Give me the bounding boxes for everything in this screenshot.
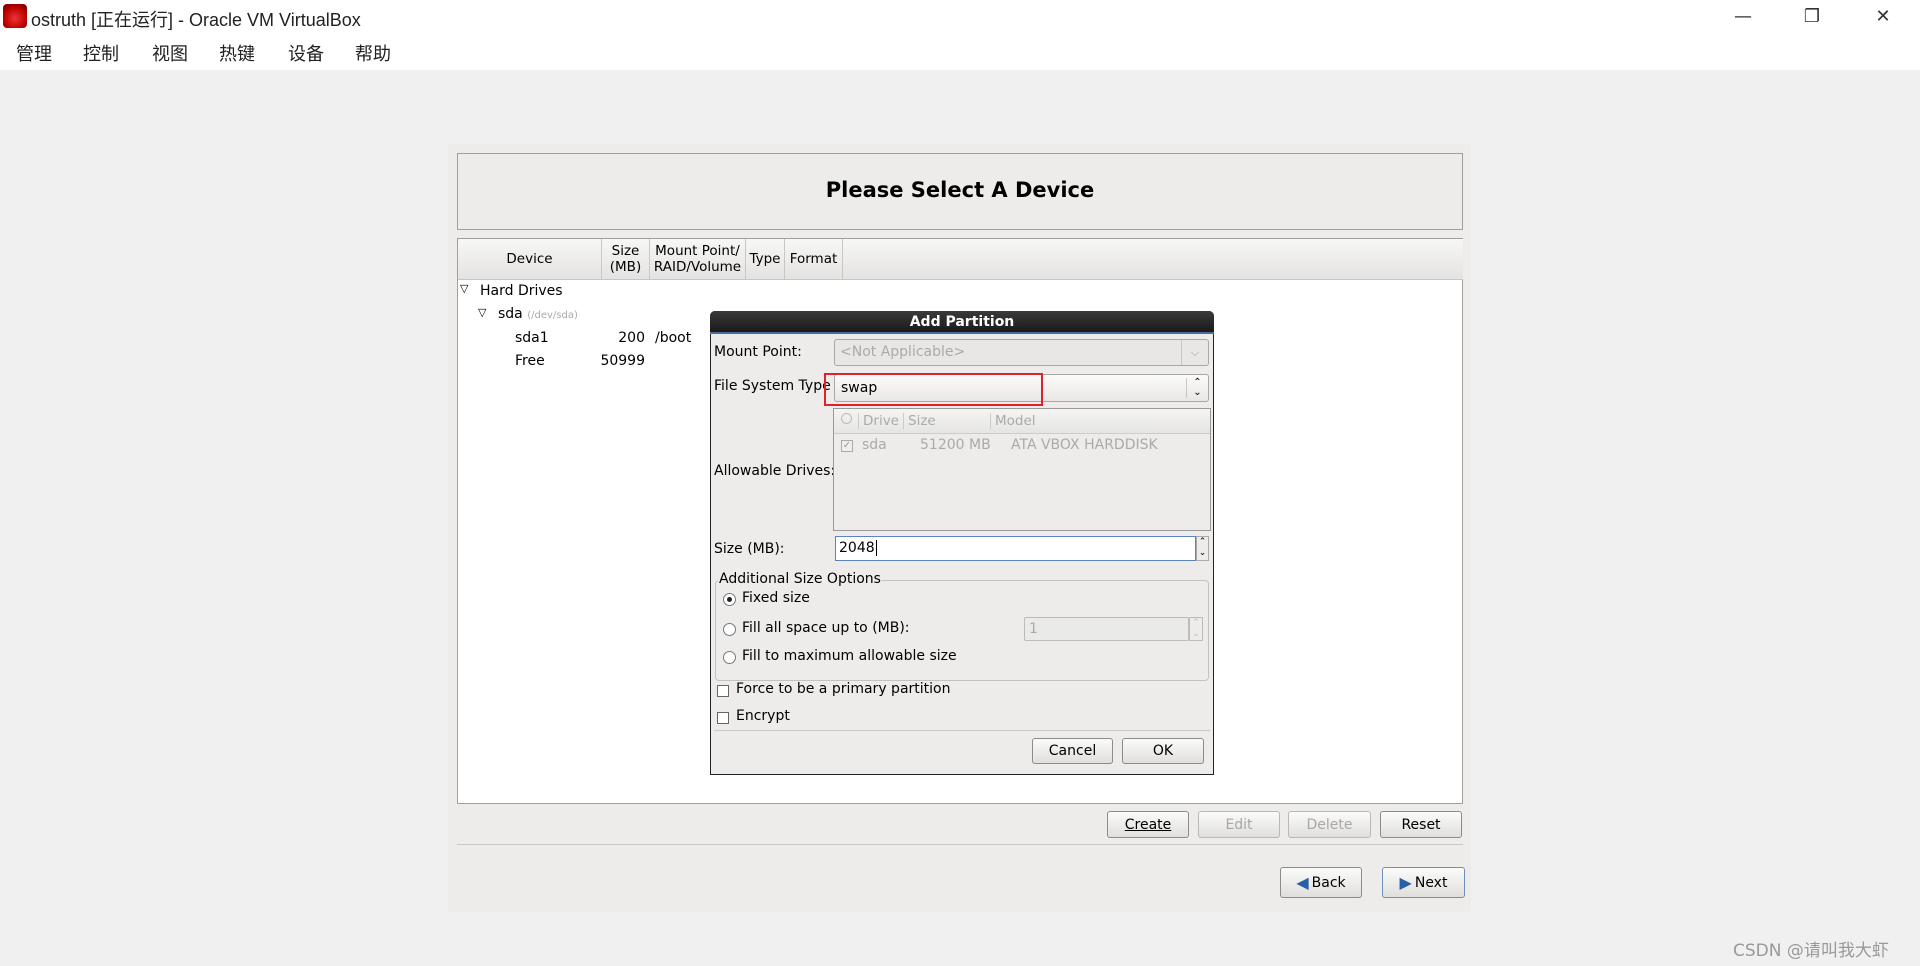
size-cell: 200 xyxy=(618,330,645,346)
size-value: 2048 xyxy=(839,540,877,556)
tree-row-free[interactable]: Free xyxy=(515,353,545,369)
create-button[interactable]: Create xyxy=(1107,811,1189,838)
col-format[interactable]: Format xyxy=(785,239,843,280)
fixed-size-label: Fixed size xyxy=(742,590,810,606)
fill-upto-spinner[interactable]: ⌃ ⌄ xyxy=(1189,617,1203,641)
size-input[interactable]: 2048 xyxy=(835,536,1196,561)
force-primary-checkbox[interactable] xyxy=(717,685,729,697)
back-arrow-icon: ◀ xyxy=(1296,873,1309,892)
next-label: Next xyxy=(1414,874,1448,891)
drive-size: 51200 MB xyxy=(920,437,991,453)
size-options-title: Additional Size Options xyxy=(718,571,882,587)
col-filler xyxy=(843,239,1463,280)
window-titlebar: ostruth [正在运行] - Oracle VM VirtualBox — … xyxy=(0,0,1920,34)
col-type[interactable]: Type xyxy=(746,239,785,280)
fill-upto-label: Fill all space up to (MB): xyxy=(742,620,910,636)
fs-type-label: File System Type xyxy=(714,378,831,394)
dialog-title: Add Partition xyxy=(710,311,1214,334)
menu-control[interactable]: 控制 xyxy=(83,40,119,66)
drives-col-drive: Drive xyxy=(858,413,899,429)
size-spinner[interactable]: ⌃ ⌄ xyxy=(1196,536,1209,561)
fixed-size-radio[interactable] xyxy=(723,593,736,606)
col-size[interactable]: Size (MB) xyxy=(602,239,650,280)
mount-point-value: <Not Applicable> xyxy=(840,344,966,360)
minimize-button[interactable]: — xyxy=(1720,2,1766,32)
edit-button[interactable]: Edit xyxy=(1198,811,1280,838)
restore-button[interactable]: ❐ xyxy=(1789,2,1835,32)
create-label: Create xyxy=(1124,816,1172,833)
drives-header: Drive Size Model xyxy=(834,409,1210,434)
drives-col-size: Size xyxy=(903,413,936,429)
menu-manage[interactable]: 管理 xyxy=(16,40,52,66)
next-arrow-icon: ▶ xyxy=(1399,873,1412,892)
watermark: CSDN @请叫我大虾 xyxy=(1733,941,1889,961)
fill-max-label: Fill to maximum allowable size xyxy=(742,648,957,664)
delete-button[interactable]: Delete xyxy=(1288,811,1371,838)
menu-hotkey[interactable]: 热键 xyxy=(219,40,255,66)
col-mount[interactable]: Mount Point/ RAID/Volume xyxy=(650,239,746,280)
drive-model: ATA VBOX HARDDISK xyxy=(1011,437,1158,453)
drive-name: sda xyxy=(862,437,887,453)
separator xyxy=(457,844,1463,845)
encrypt-checkbox[interactable] xyxy=(717,712,729,724)
allowable-drives-label: Allowable Drives: xyxy=(714,463,836,479)
highlight-box xyxy=(824,373,1043,406)
tree-row-sda1[interactable]: sda1 xyxy=(515,330,549,346)
chevron-down-icon[interactable]: ⌵ xyxy=(1181,340,1208,365)
header-panel: Please Select A Device xyxy=(457,153,1463,230)
col-device[interactable]: Device xyxy=(458,239,602,280)
expander-icon[interactable]: ▽ xyxy=(478,306,486,319)
tree-row-hard-drives[interactable]: Hard Drives xyxy=(480,283,563,299)
window-title: ostruth [正在运行] - Oracle VM VirtualBox xyxy=(31,10,361,30)
close-button[interactable]: ✕ xyxy=(1860,2,1906,32)
size-cell: 50999 xyxy=(600,353,645,369)
menu-devices[interactable]: 设备 xyxy=(288,40,324,66)
fill-upto-input[interactable]: 1 xyxy=(1024,617,1189,641)
drive-checkbox[interactable]: ✓ xyxy=(841,440,853,452)
updown-icon: ⌃ ⌄ xyxy=(1186,378,1208,398)
mount-point-label: Mount Point: xyxy=(714,344,802,360)
encrypt-label: Encrypt xyxy=(736,708,790,724)
menu-bar: 管理 控制 视图 热键 设备 帮助 xyxy=(0,34,1920,70)
drives-col-model: Model xyxy=(990,413,1036,429)
fill-upto-radio[interactable] xyxy=(723,623,736,636)
next-button[interactable]: ▶ Next xyxy=(1382,867,1465,898)
expander-icon[interactable]: ▽ xyxy=(460,282,468,295)
size-label: Size (MB): xyxy=(714,541,785,557)
mount-point-combo[interactable]: <Not Applicable> ⌵ xyxy=(834,339,1209,366)
virtualbox-app-icon xyxy=(3,4,27,28)
device-name: sda xyxy=(498,306,523,322)
select-all-icon xyxy=(841,413,852,424)
tree-row-sda[interactable]: sda (/dev/sda) xyxy=(498,306,578,322)
ok-button[interactable]: OK xyxy=(1122,738,1204,764)
menu-help[interactable]: 帮助 xyxy=(355,40,391,66)
page-title: Please Select A Device xyxy=(825,178,1095,202)
back-label: Back xyxy=(1311,874,1346,891)
mount-cell: /boot xyxy=(655,330,692,346)
add-partition-dialog: Add Partition Mount Point: <Not Applicab… xyxy=(710,311,1214,775)
reset-button[interactable]: Reset xyxy=(1380,811,1462,838)
back-button[interactable]: ◀ Back xyxy=(1280,867,1362,898)
device-path: (/dev/sda) xyxy=(527,310,578,321)
fill-max-radio[interactable] xyxy=(723,651,736,664)
dialog-separator xyxy=(714,730,1210,731)
force-primary-label: Force to be a primary partition xyxy=(736,681,951,697)
cancel-button[interactable]: Cancel xyxy=(1032,738,1113,764)
drives-list[interactable]: Drive Size Model ✓ sda 51200 MB ATA VBOX… xyxy=(833,408,1211,531)
menu-view[interactable]: 视图 xyxy=(152,40,188,66)
